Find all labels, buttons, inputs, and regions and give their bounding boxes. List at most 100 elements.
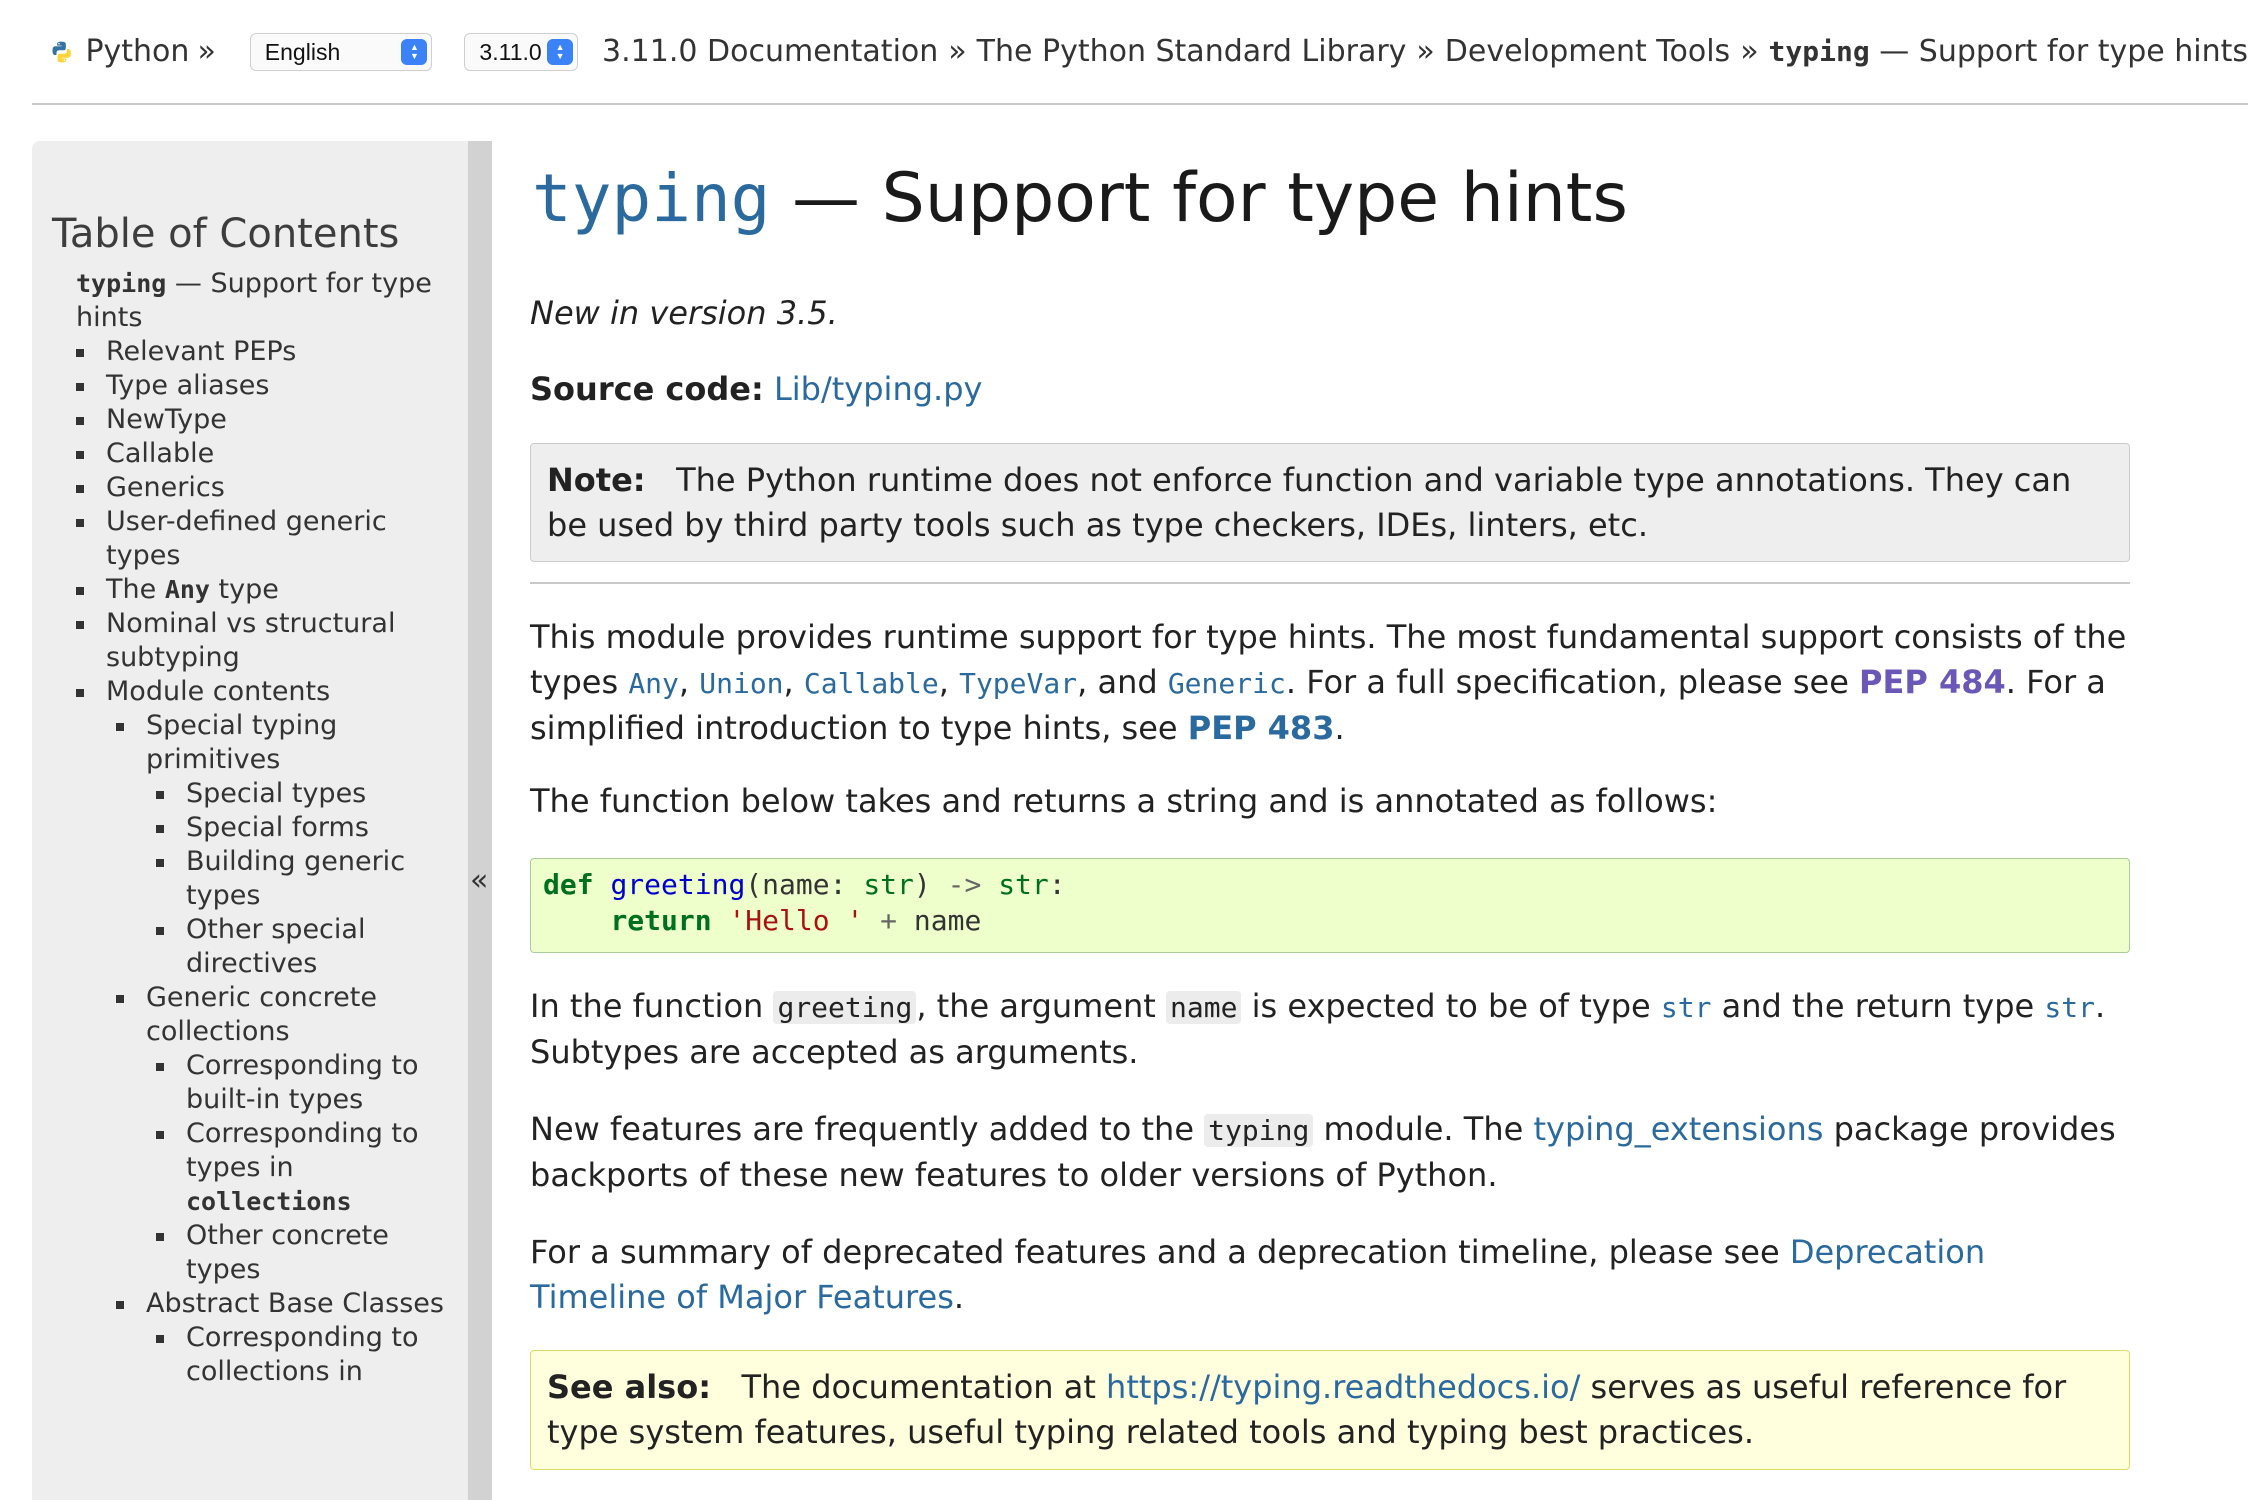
- python-logo-icon[interactable]: [50, 34, 73, 70]
- page-title-code: typing: [532, 160, 771, 237]
- toc-item-text: type: [209, 574, 279, 605]
- note-admonition: Note: The Python runtime does not enforc…: [530, 443, 2130, 562]
- typing-extensions-link[interactable]: typing_extensions: [1533, 1110, 1823, 1148]
- sidebar-content: Table of Contents typing — Support for t…: [32, 141, 468, 1500]
- code-text: (name:: [745, 868, 864, 901]
- sidebar-collapse-bar[interactable]: [468, 141, 492, 1500]
- collapse-sidebar-button[interactable]: «: [470, 866, 488, 896]
- breadcrumb-link-docs[interactable]: 3.11.0 Documentation: [602, 34, 938, 69]
- toc-item[interactable]: Building generic types: [52, 845, 462, 913]
- language-select-value: English: [264, 38, 341, 65]
- code-keyword: return: [610, 904, 712, 937]
- toc-item[interactable]: Corresponding to types in collections: [52, 1117, 462, 1219]
- toc-item[interactable]: Other concrete types: [52, 1219, 462, 1287]
- breadcrumb-current-text: — Support for type hints: [1869, 34, 2248, 69]
- text: For a summary of deprecated features and…: [530, 1233, 1790, 1271]
- text: .: [1334, 709, 1345, 747]
- text: ,: [938, 663, 960, 701]
- text: ,: [783, 663, 804, 701]
- language-select[interactable]: English ▲ ▼: [249, 32, 433, 71]
- select-arrows-icon: ▲ ▼: [401, 38, 428, 65]
- code-builtin: str: [863, 868, 914, 901]
- code-text: ): [913, 868, 948, 901]
- toc-item-text: Corresponding to types in: [186, 1118, 419, 1183]
- code-builtin: str: [998, 868, 1049, 901]
- breadcrumb-link-stdlib[interactable]: The Python Standard Library: [977, 34, 1407, 69]
- note-label: Note:: [547, 461, 646, 499]
- table-of-contents: typing — Support for type hints Relevant…: [52, 267, 462, 1389]
- top-navigation-bar: Python » English ▲ ▼ 3.11.0 ▲ ▼ 3.11.0 Doc…: [32, 0, 2248, 105]
- code-function-name: greeting: [610, 868, 746, 901]
- str-link[interactable]: str: [2044, 991, 2095, 1024]
- any-link[interactable]: Any: [628, 667, 679, 700]
- code-text: :: [1048, 868, 1066, 901]
- function-intro-paragraph: The function below takes and returns a s…: [530, 782, 1718, 820]
- source-code-label: Source code:: [530, 370, 764, 408]
- toc-item[interactable]: Special forms: [52, 811, 462, 845]
- union-link[interactable]: Union: [699, 667, 783, 700]
- toc-item[interactable]: Relevant PEPs: [52, 335, 462, 369]
- toc-item[interactable]: Abstract Base Classes: [52, 1287, 462, 1321]
- text: and the return type: [1711, 987, 2045, 1025]
- toc-item-code: Any: [164, 575, 210, 604]
- toc-item[interactable]: Module contents: [52, 675, 462, 709]
- pep-483-link[interactable]: PEP 483: [1188, 709, 1335, 747]
- text: In the function: [530, 987, 774, 1025]
- toc-item[interactable]: User-defined generic types: [52, 505, 462, 573]
- toc-item[interactable]: Nominal vs structural subtyping: [52, 607, 462, 675]
- breadcrumb: 3.11.0 Documentation » The Python Standard…: [602, 34, 2248, 69]
- see-also-label: See also:: [547, 1368, 711, 1406]
- text: ,: [678, 663, 700, 701]
- text: , the argument: [916, 987, 1167, 1025]
- version-added-note: New in version 3.5.: [530, 294, 838, 332]
- toc-root-link[interactable]: typing — Support for type hints: [52, 267, 462, 335]
- text: New features are frequently added to the: [530, 1110, 1205, 1148]
- breadcrumb-link-devtools[interactable]: Development Tools: [1445, 34, 1730, 69]
- toc-item[interactable]: Generics: [52, 471, 462, 505]
- toc-item[interactable]: Corresponding to collections in: [52, 1321, 462, 1389]
- toc-item[interactable]: Special typing primitives: [52, 709, 462, 777]
- toc-item[interactable]: Type aliases: [52, 369, 462, 403]
- new-features-paragraph: New features are frequently added to the…: [530, 1107, 2130, 1198]
- sidebar: Table of Contents typing — Support for t…: [32, 141, 492, 1500]
- toc-item-text: The: [106, 574, 165, 605]
- toc-item[interactable]: Other special directives: [52, 913, 462, 981]
- toc-title: Table of Contents: [52, 211, 400, 257]
- source-code-link[interactable]: Lib/typing.py: [774, 370, 983, 408]
- breadcrumb-current-code: typing: [1768, 35, 1870, 68]
- deprecation-paragraph: For a summary of deprecated features and…: [530, 1230, 2130, 1320]
- function-explanation-paragraph: In the function greeting, the argument n…: [530, 984, 2130, 1075]
- text: is expected to be of type: [1241, 987, 1661, 1025]
- inline-code: greeting: [773, 991, 917, 1024]
- divider: [530, 582, 2130, 584]
- typevar-link[interactable]: TypeVar: [959, 667, 1077, 700]
- version-select[interactable]: 3.11.0 ▲ ▼: [464, 32, 579, 71]
- text: . For a full specification, please see: [1285, 663, 1860, 701]
- readthedocs-link[interactable]: https://typing.readthedocs.io/: [1106, 1368, 1580, 1406]
- toc-item[interactable]: The Any type: [52, 573, 462, 607]
- str-link[interactable]: str: [1661, 991, 1712, 1024]
- version-select-value: 3.11.0: [479, 38, 542, 65]
- toc-item[interactable]: Generic concrete collections: [52, 981, 462, 1049]
- toc-item[interactable]: Corresponding to built-in types: [52, 1049, 462, 1117]
- text: The documentation at: [741, 1368, 1107, 1406]
- callable-link[interactable]: Callable: [804, 667, 939, 700]
- breadcrumb-separator: »: [1416, 34, 1435, 69]
- text: , and: [1077, 663, 1168, 701]
- generic-link[interactable]: Generic: [1168, 667, 1286, 700]
- text: .: [953, 1278, 965, 1316]
- select-arrows-icon: ▲ ▼: [547, 38, 574, 65]
- toc-item[interactable]: NewType: [52, 403, 462, 437]
- breadcrumb-separator: »: [1740, 34, 1759, 69]
- home-link[interactable]: Python: [85, 34, 189, 69]
- toc-item[interactable]: Special types: [52, 777, 462, 811]
- breadcrumb-separator: »: [948, 34, 967, 69]
- note-text: The Python runtime does not enforce func…: [547, 461, 2072, 544]
- source-code-line: Source code: Lib/typing.py: [530, 367, 2130, 412]
- inline-code: name: [1166, 991, 1242, 1024]
- toc-item-code: collections: [186, 1187, 352, 1216]
- see-also-admonition: See also: The documentation at https://t…: [530, 1350, 2130, 1470]
- pep-484-link[interactable]: PEP 484: [1859, 663, 2006, 701]
- toc-item[interactable]: Callable: [52, 437, 462, 471]
